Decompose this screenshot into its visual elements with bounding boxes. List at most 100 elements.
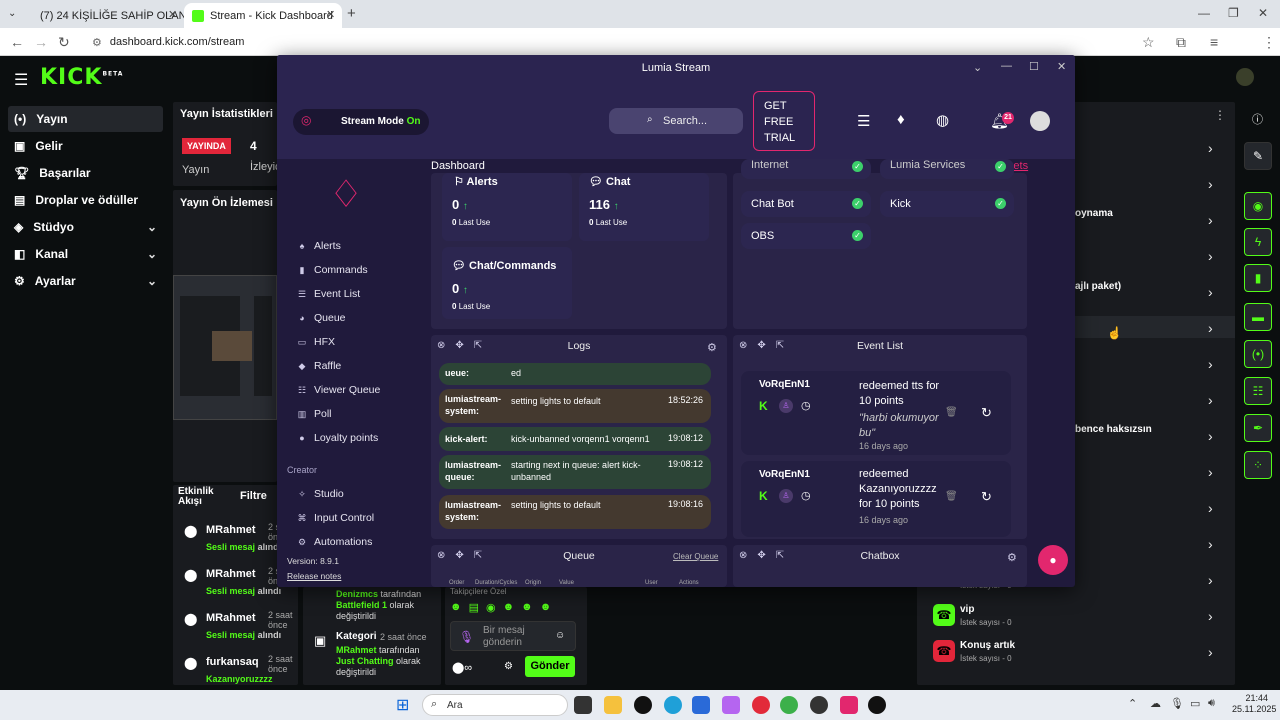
chevron-right-icon[interactable]: › <box>1208 536 1213 552</box>
obs-icon[interactable] <box>810 696 828 714</box>
chevron-right-icon[interactable]: › <box>1208 608 1213 624</box>
restore-icon[interactable]: ❐ <box>1228 6 1239 20</box>
chevron-right-icon[interactable]: › <box>1208 428 1213 444</box>
address-bar[interactable]: ⚙ dashboard.kick.com/stream <box>86 32 1166 52</box>
sidebar-item-loyalty-points[interactable]: ● Loyalty points <box>297 432 378 444</box>
gear-icon[interactable]: ⚙ <box>1007 551 1017 564</box>
preview-video[interactable] <box>173 275 277 420</box>
network-icon[interactable]: ▭ <box>1190 697 1200 710</box>
extensions-icon[interactable]: ⧉ <box>1176 34 1186 51</box>
edge-icon[interactable] <box>664 696 682 714</box>
chat-icon[interactable]: ▬ <box>1244 303 1272 331</box>
sidebar-item-event-list[interactable]: ☰ Event List <box>297 288 360 300</box>
emote-row[interactable]: ☻ ▤ ◉ ☻ ☻ ☻ <box>450 601 551 614</box>
nav-ayarlar[interactable]: ⚙ Ayarlar ⌄ <box>8 268 163 294</box>
chevron-right-icon[interactable]: › <box>1208 500 1213 516</box>
tab-search-icon[interactable]: ⌄ <box>8 8 16 19</box>
taskbar-clock[interactable]: 21:44 25.11.2025 <box>1232 693 1276 715</box>
store-icon[interactable] <box>692 696 710 714</box>
trash-icon[interactable]: 🗑︎ <box>945 491 958 502</box>
sidebar-item-viewer-queue[interactable]: ☷ Viewer Queue <box>297 384 380 396</box>
cloud-icon[interactable]: ☁ <box>1150 697 1161 710</box>
replay-icon[interactable]: ↻ <box>981 405 992 421</box>
clear-queue-button[interactable]: Clear Queue <box>673 552 718 561</box>
chat-bubble-button[interactable]: ● <box>1038 545 1068 575</box>
task-view-icon[interactable] <box>574 696 592 714</box>
chevron-right-icon[interactable]: › <box>1208 644 1213 660</box>
trash-icon[interactable]: 🗑︎ <box>945 407 958 418</box>
sidebar-item-automations[interactable]: ⚙ Automations <box>297 536 372 548</box>
browser-menu-icon[interactable]: ⋮ <box>1262 34 1276 51</box>
tray-chevron-icon[interactable]: ⌃ <box>1128 697 1137 710</box>
close-tab-icon[interactable]: ✕ <box>326 8 335 21</box>
chevron-right-icon[interactable]: › <box>1208 572 1213 588</box>
opera-icon[interactable] <box>752 696 770 714</box>
chevron-right-icon[interactable]: › <box>1208 320 1213 336</box>
app-icon[interactable] <box>634 696 652 714</box>
sidebar-item-studio[interactable]: ✧ Studio <box>297 488 344 500</box>
chevron-right-icon[interactable]: › <box>1208 284 1213 300</box>
chevron-right-icon[interactable]: › <box>1208 140 1213 156</box>
sidebar-item-input-control[interactable]: ⌘ Input Control <box>297 512 375 524</box>
lightbulb-icon[interactable]: ♦ <box>897 111 905 128</box>
card-icon[interactable]: ▮ <box>1244 264 1272 292</box>
layout-icon[interactable]: ☷ <box>1244 377 1272 405</box>
new-tab-icon[interactable]: + <box>347 5 356 22</box>
gear-icon[interactable]: ⚙ <box>707 341 717 354</box>
send-button[interactable]: Gönder <box>525 656 575 677</box>
sidebar-item-alerts[interactable]: ♠ Alerts <box>297 240 341 252</box>
copilot-icon[interactable] <box>722 696 740 714</box>
chevron-down-icon[interactable]: ⌄ <box>973 61 982 74</box>
microphone-icon[interactable]: 🎙︎ <box>459 630 474 644</box>
nav-kanal[interactable]: ◧ Kanal ⌄ <box>8 241 163 267</box>
volume-icon[interactable]: 🔊︎ <box>1208 697 1215 710</box>
sidebar-item-queue[interactable]: ◕ Queue <box>297 312 345 324</box>
sidebar-item-raffle[interactable]: ◆ Raffle <box>297 360 342 372</box>
media-icon[interactable]: ≡ <box>1210 34 1218 50</box>
lumia-icon[interactable] <box>840 696 858 714</box>
broadcast-icon[interactable]: (•) <box>1244 340 1272 368</box>
unreal-icon[interactable] <box>868 696 886 714</box>
back-icon[interactable]: ← <box>10 34 24 50</box>
tab-kick-dashboard[interactable]: Stream - Kick Dashboard <box>184 3 342 28</box>
nav-droplar[interactable]: ▤ Droplar ve ödüller <box>8 187 163 213</box>
chevron-right-icon[interactable]: › <box>1208 392 1213 408</box>
windows-start-icon[interactable]: ⊞ <box>396 695 409 715</box>
chevron-right-icon[interactable]: › <box>1208 356 1213 372</box>
chevron-right-icon[interactable]: › <box>1208 212 1213 228</box>
minimize-icon[interactable]: — <box>1198 6 1210 20</box>
mic-icon[interactable]: 🎙︎ <box>1170 697 1184 710</box>
chevron-right-icon[interactable]: › <box>1208 464 1213 480</box>
close-window-icon[interactable]: ✕ <box>1258 6 1268 20</box>
stream-mode-toggle[interactable]: ◎ Stream Mode On <box>293 109 429 135</box>
release-notes-link[interactable]: Release notes <box>287 571 341 581</box>
hamburger-menu-icon[interactable]: ☰ <box>14 70 28 90</box>
tab-youtube[interactable]: (7) 24 KİŞİLİĞE SAHİP OLAN AD <box>26 3 184 28</box>
info-icon[interactable]: ⓘ <box>1252 111 1263 127</box>
bookmark-star-icon[interactable]: ☆ <box>1142 34 1155 51</box>
search-input[interactable]: ⌕ Search... <box>609 108 743 134</box>
edit-icon[interactable]: ✎ <box>1244 142 1272 170</box>
extras-icon[interactable]: ⬤∞ <box>452 661 472 674</box>
nav-gelir[interactable]: ▣ Gelir <box>8 133 163 159</box>
kick-logo[interactable]: KICKBETA <box>40 65 123 90</box>
feed-filter-button[interactable]: Filtre <box>240 490 267 502</box>
chevron-right-icon[interactable]: › <box>1208 248 1213 264</box>
minimize-icon[interactable]: — <box>1001 60 1012 72</box>
dots-icon[interactable]: ⁘ <box>1244 451 1272 479</box>
sidebar-item-poll[interactable]: ▥ Poll <box>297 408 332 420</box>
settings-sliders-icon[interactable]: ☰ <box>857 112 870 130</box>
close-tab-icon[interactable]: ✕ <box>168 8 177 21</box>
kick-avatar[interactable] <box>1236 68 1254 86</box>
wrench-icon[interactable]: ✒ <box>1244 414 1272 442</box>
nav-yayin[interactable]: (•) Yayın <box>8 106 163 132</box>
user-avatar[interactable] <box>1030 111 1050 131</box>
more-icon[interactable]: ⋮ <box>1214 108 1226 122</box>
nav-basarilar[interactable]: 🏆︎ Başarılar <box>8 160 163 186</box>
chat-settings-icon[interactable]: ⚙ <box>504 661 513 672</box>
nav-studyo[interactable]: ◈ Stüdyo ⌄ <box>8 214 163 240</box>
replay-icon[interactable]: ↻ <box>981 489 992 505</box>
chevron-right-icon[interactable]: › <box>1208 176 1213 192</box>
chat-input[interactable]: 🎙︎ Bir mesaj gönderin ☺ <box>450 621 576 651</box>
file-explorer-icon[interactable] <box>604 696 622 714</box>
